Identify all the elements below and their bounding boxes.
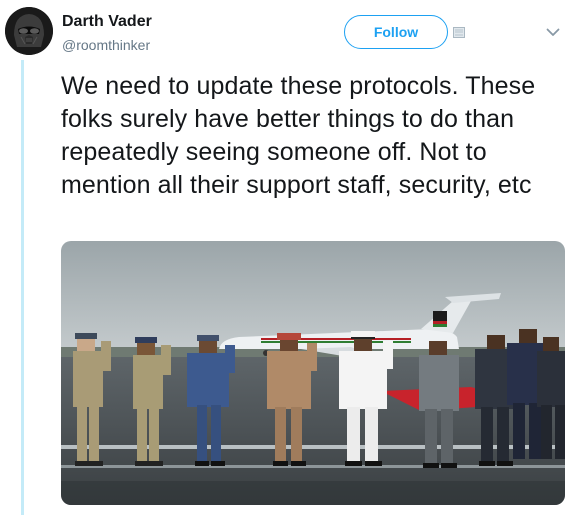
image-icon [453, 27, 465, 38]
tweet-text: We need to update these protocols. These… [61, 72, 536, 199]
darth-vader-helmet-icon [5, 7, 53, 55]
chevron-down-icon[interactable] [546, 28, 560, 37]
avatar[interactable] [5, 7, 53, 55]
follow-button[interactable]: Follow [344, 15, 448, 49]
tweet-photo[interactable] [61, 241, 565, 505]
airport-farewell-photo [61, 241, 565, 505]
author-handle[interactable]: @roomthinker [62, 37, 150, 53]
thread-line [21, 60, 24, 515]
author-name[interactable]: Darth Vader [62, 13, 152, 31]
